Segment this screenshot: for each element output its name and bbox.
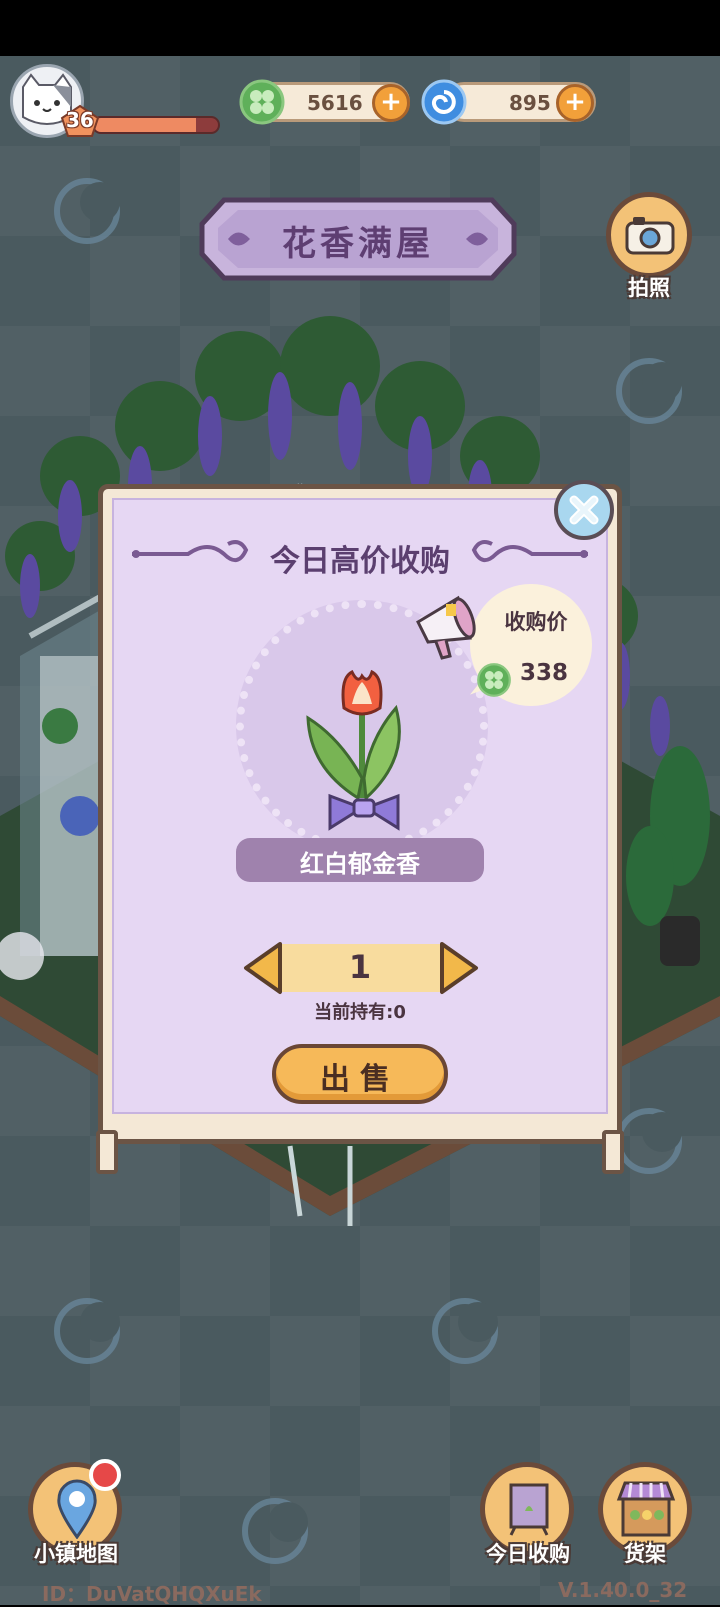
quantity-value: 1	[348, 948, 372, 986]
shelf-label: 货架	[624, 1542, 666, 1566]
moon-tile-icon	[242, 1498, 308, 1564]
moon-tile-icon	[54, 178, 120, 244]
purchase-price-label: 收购价	[504, 610, 568, 634]
add-clover-button[interactable]: +	[372, 84, 410, 122]
dialog-title: 今日高价收购	[270, 544, 450, 579]
player-level: 36	[66, 108, 94, 132]
camera-icon	[625, 217, 675, 255]
status-bar	[0, 0, 720, 56]
red-white-tulip-icon	[306, 669, 401, 831]
level-progress-fill	[94, 118, 196, 132]
close-button[interactable]	[554, 480, 614, 540]
level-progress-bar	[92, 116, 220, 134]
item-name: 红白郁金香	[300, 850, 420, 878]
board-leg	[96, 1130, 118, 1174]
photo-button[interactable]	[606, 192, 692, 278]
today-buy-label: 今日收购	[486, 1542, 570, 1566]
decrease-quantity-button[interactable]	[242, 940, 284, 996]
town-map-label: 小镇地图	[34, 1542, 118, 1566]
shop-title: 花香满屋	[282, 224, 434, 264]
moon-tile-icon	[54, 1298, 120, 1364]
close-icon	[569, 495, 599, 525]
increase-quantity-button[interactable]	[438, 940, 480, 996]
swirl-gem-icon	[421, 79, 467, 125]
clover-coin-icon	[477, 663, 511, 697]
current-held-count: 当前持有:0	[314, 1002, 406, 1023]
purchase-price-value: 338	[520, 660, 569, 686]
market-stall-icon	[616, 1481, 676, 1537]
photo-label: 拍照	[628, 276, 670, 300]
board-leg	[602, 1130, 624, 1174]
clover-amount: 5616	[307, 91, 363, 115]
megaphone-icon	[416, 595, 476, 660]
notification-dot-icon	[89, 1459, 121, 1491]
version-text: V.1.40.0_32	[558, 1578, 688, 1602]
gem-amount: 895	[509, 91, 551, 115]
player-id: ID：DuVatQHQXuEk	[42, 1582, 262, 1606]
sell-button-label[interactable]: 出售	[272, 1054, 448, 1098]
easel-board-icon	[509, 1483, 549, 1536]
clover-coin-icon	[239, 79, 285, 125]
add-gem-button[interactable]: +	[556, 84, 594, 122]
moon-tile-icon	[432, 1298, 498, 1364]
